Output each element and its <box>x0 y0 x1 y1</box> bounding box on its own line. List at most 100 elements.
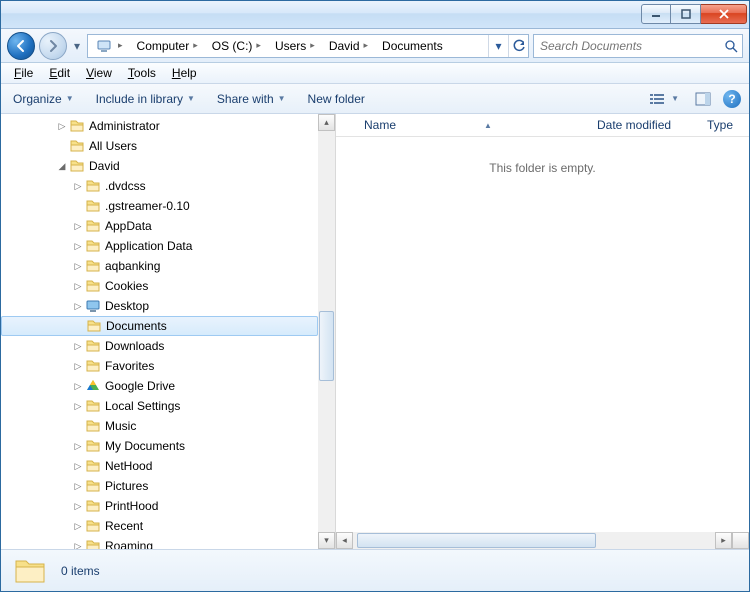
window-controls <box>641 4 747 24</box>
navigation-tree[interactable]: ▷Administrator All Users ◢David▷.dvdcss.gs… <box>1 114 336 549</box>
scroll-left-button[interactable]: ◂ <box>336 532 353 549</box>
resize-grip[interactable] <box>732 532 749 549</box>
tree-item[interactable]: ▷ Application Data <box>1 236 318 256</box>
maximize-button[interactable] <box>671 4 701 24</box>
empty-folder-message: This folder is empty. <box>336 137 749 532</box>
tree-item[interactable]: ▷ Local Settings <box>1 396 318 416</box>
back-button[interactable] <box>7 32 35 60</box>
tree-item[interactable]: Documents <box>1 316 318 336</box>
scroll-track[interactable] <box>318 131 335 532</box>
tree-item[interactable]: ▷Pictures <box>1 476 318 496</box>
expand-collapse-icon[interactable]: ▷ <box>71 361 85 372</box>
tree-item[interactable]: Music <box>1 416 318 436</box>
tree-item[interactable]: All Users <box>1 136 318 156</box>
expand-collapse-icon[interactable]: ◢ <box>55 161 69 172</box>
tree-item[interactable]: ▷ Favorites <box>1 356 318 376</box>
column-date-modified[interactable]: Date modified <box>589 114 699 136</box>
breadcrumb-item[interactable]: Documents <box>374 35 449 57</box>
expand-collapse-icon[interactable]: ▷ <box>55 121 69 132</box>
folder-icon <box>69 138 85 154</box>
tree-item[interactable]: ▷aqbanking <box>1 256 318 276</box>
column-type-label: Type <box>707 118 733 132</box>
tree-item[interactable]: ▷NetHood <box>1 456 318 476</box>
tree-item[interactable]: ▷ Cookies <box>1 276 318 296</box>
expand-collapse-icon[interactable]: ▷ <box>71 341 85 352</box>
item-count: 0 items <box>61 564 100 578</box>
scroll-thumb[interactable] <box>357 533 596 548</box>
breadcrumb-item[interactable]: Computer▸ <box>129 35 204 57</box>
tree-item[interactable]: ▷Google Drive <box>1 376 318 396</box>
breadcrumb-item[interactable]: OS (C:)▸ <box>204 35 267 57</box>
tree-item[interactable]: ▷ Recent <box>1 516 318 536</box>
menu-help[interactable]: Help <box>165 64 204 82</box>
preview-pane-button[interactable] <box>691 89 715 109</box>
expand-collapse-icon[interactable]: ▷ <box>71 501 85 512</box>
tree-item[interactable]: ▷PrintHood <box>1 496 318 516</box>
refresh-button[interactable] <box>508 35 528 57</box>
scroll-up-button[interactable]: ▴ <box>318 114 335 131</box>
tree-item-label: All Users <box>89 139 137 153</box>
tree-item-label: Cookies <box>105 279 148 293</box>
tree-item[interactable]: .gstreamer-0.10 <box>1 196 318 216</box>
nav-history-dropdown[interactable]: ▾ <box>71 32 83 60</box>
search-box[interactable] <box>533 34 743 58</box>
address-dropdown[interactable]: ▾ <box>488 35 508 57</box>
menu-view[interactable]: View <box>79 64 119 82</box>
column-name[interactable]: Name ▲ <box>356 114 589 136</box>
expand-collapse-icon[interactable]: ▷ <box>71 241 85 252</box>
menu-edit[interactable]: Edit <box>42 64 77 82</box>
expand-collapse-icon[interactable]: ▷ <box>71 281 85 292</box>
breadcrumb-root[interactable]: ▸ <box>88 35 129 57</box>
scroll-down-button[interactable]: ▾ <box>318 532 335 549</box>
column-type[interactable]: Type <box>699 114 749 136</box>
expand-collapse-icon[interactable]: ▷ <box>71 221 85 232</box>
tree-item[interactable]: ▷Roaming <box>1 536 318 549</box>
tree-item[interactable]: ◢David <box>1 156 318 176</box>
tree-item[interactable]: ▷My Documents <box>1 436 318 456</box>
horizontal-scrollbar[interactable]: ◂ ▸ <box>336 532 749 549</box>
maximize-icon <box>681 9 691 19</box>
breadcrumb-item[interactable]: David▸ <box>321 35 374 57</box>
close-button[interactable] <box>701 4 747 24</box>
scroll-track[interactable] <box>353 532 715 549</box>
tree-scrollbar[interactable]: ▴▾ <box>318 114 335 549</box>
expand-collapse-icon[interactable]: ▷ <box>71 541 85 550</box>
forward-button[interactable] <box>39 32 67 60</box>
tree-item-label: Local Settings <box>105 399 180 413</box>
expand-collapse-icon[interactable]: ▷ <box>71 441 85 452</box>
menu-tools[interactable]: Tools <box>121 64 163 82</box>
expand-collapse-icon[interactable]: ▷ <box>71 301 85 312</box>
tree-item[interactable]: ▷AppData <box>1 216 318 236</box>
tree-item[interactable]: ▷Administrator <box>1 116 318 136</box>
organize-button[interactable]: Organize▼ <box>9 89 78 109</box>
breadcrumb-item[interactable]: Users▸ <box>267 35 321 57</box>
expand-collapse-icon[interactable]: ▷ <box>71 181 85 192</box>
expand-collapse-icon[interactable]: ▷ <box>71 521 85 532</box>
tree-item-label: Music <box>105 419 136 433</box>
tree-item[interactable]: ▷Downloads <box>1 336 318 356</box>
search-input[interactable] <box>538 38 724 54</box>
tree-item-label: Favorites <box>105 359 154 373</box>
folder-icon <box>85 458 101 474</box>
new-folder-button[interactable]: New folder <box>304 89 369 109</box>
include-library-button[interactable]: Include in library▼ <box>92 89 199 109</box>
tree-item[interactable]: ▷Desktop <box>1 296 318 316</box>
minimize-button[interactable] <box>641 4 671 24</box>
scroll-right-button[interactable]: ▸ <box>715 532 732 549</box>
folder-icon <box>85 238 101 254</box>
tree-item[interactable]: ▷.dvdcss <box>1 176 318 196</box>
tree-item-label: Recent <box>105 519 143 533</box>
expand-collapse-icon[interactable]: ▷ <box>71 481 85 492</box>
expand-collapse-icon[interactable]: ▷ <box>71 261 85 272</box>
share-with-button[interactable]: Share with▼ <box>213 89 290 109</box>
folder-icon <box>85 198 101 214</box>
address-bar[interactable]: ▸ Computer▸ OS (C:)▸ Users▸ David▸ Docum… <box>87 34 529 58</box>
help-button[interactable]: ? <box>723 90 741 108</box>
scroll-thumb[interactable] <box>319 311 334 381</box>
expand-collapse-icon[interactable]: ▷ <box>71 461 85 472</box>
menu-file[interactable]: File <box>7 64 40 82</box>
expand-collapse-icon[interactable]: ▷ <box>71 401 85 412</box>
expand-collapse-icon[interactable]: ▷ <box>71 381 85 392</box>
view-options-button[interactable]: ▼ <box>645 89 683 109</box>
tree-item-label: Application Data <box>105 239 192 253</box>
